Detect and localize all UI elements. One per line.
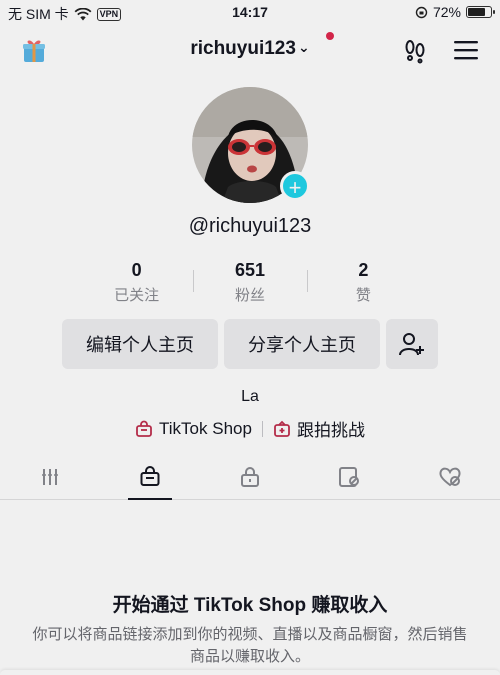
avatar-container[interactable]: +	[192, 87, 310, 203]
challenge-icon	[274, 420, 290, 437]
username-title: richuyui123	[190, 38, 296, 59]
status-bar: 无 SIM 卡 VPN 14:17 72%	[0, 0, 500, 26]
empty-state-description: 你可以将商品链接添加到你的视频、直播以及商品橱窗，然后销售商品以赚取收入。	[32, 626, 468, 665]
stat-following[interactable]: 0 已关注	[80, 260, 193, 305]
challenge-label: 跟拍挑战	[296, 421, 365, 440]
add-avatar-button[interactable]: +	[280, 171, 310, 201]
add-friend-button[interactable]	[386, 319, 438, 369]
stat-value: 2	[358, 260, 369, 280]
tab-private[interactable]	[200, 455, 300, 499]
stat-likes[interactable]: 2 赞	[306, 260, 420, 305]
battery-percent: 72%	[432, 4, 461, 20]
status-right: 72%	[415, 4, 495, 20]
tab-tagged[interactable]	[300, 455, 400, 499]
tiktok-shop-link[interactable]: TikTok Shop	[135, 419, 252, 439]
profile-links: TikTok Shop 跟拍挑战	[0, 416, 500, 441]
bottom-sheet-edge	[0, 670, 500, 675]
grid-icon	[42, 469, 58, 485]
share-profile-button[interactable]: 分享个人主页	[224, 319, 380, 369]
stats-row: 0 已关注 651 粉丝 2 赞	[80, 260, 420, 305]
profile-bio: La	[241, 388, 259, 405]
notification-dot	[326, 32, 334, 40]
chevron-down-icon: ⌄	[297, 39, 310, 55]
challenge-link[interactable]: 跟拍挑战	[273, 416, 365, 441]
link-divider	[261, 420, 263, 437]
footprint-icon[interactable]	[402, 38, 428, 64]
profile-header: richuyui123 ⌄	[0, 30, 500, 70]
edit-profile-button[interactable]: 编辑个人主页	[62, 319, 218, 369]
profile-handle: @richuyui123	[188, 215, 312, 237]
stat-value: 0	[131, 260, 142, 280]
stat-value: 651	[234, 260, 266, 280]
stat-label: 已关注	[114, 287, 160, 304]
shop-bag-icon	[140, 466, 160, 486]
lock-icon	[241, 467, 259, 487]
stat-label: 粉丝	[234, 287, 265, 304]
tiktok-shop-label: TikTok Shop	[159, 418, 252, 438]
tab-shop[interactable]	[100, 455, 200, 500]
orientation-lock-icon	[415, 6, 428, 18]
add-user-icon	[399, 333, 424, 356]
battery-icon	[466, 6, 495, 18]
liked-icon	[439, 467, 461, 487]
tab-videos[interactable]	[0, 455, 100, 499]
tagged-icon	[339, 467, 359, 487]
empty-state-title: 开始通过 TikTok Shop 赚取收入	[112, 595, 388, 616]
shop-bag-icon	[136, 420, 152, 437]
stat-label: 赞	[355, 287, 371, 304]
menu-icon[interactable]	[454, 40, 478, 60]
plus-icon: +	[288, 175, 302, 200]
tab-liked[interactable]	[400, 455, 500, 499]
stat-followers[interactable]: 651 粉丝	[193, 260, 306, 305]
content-tabs	[0, 455, 500, 500]
